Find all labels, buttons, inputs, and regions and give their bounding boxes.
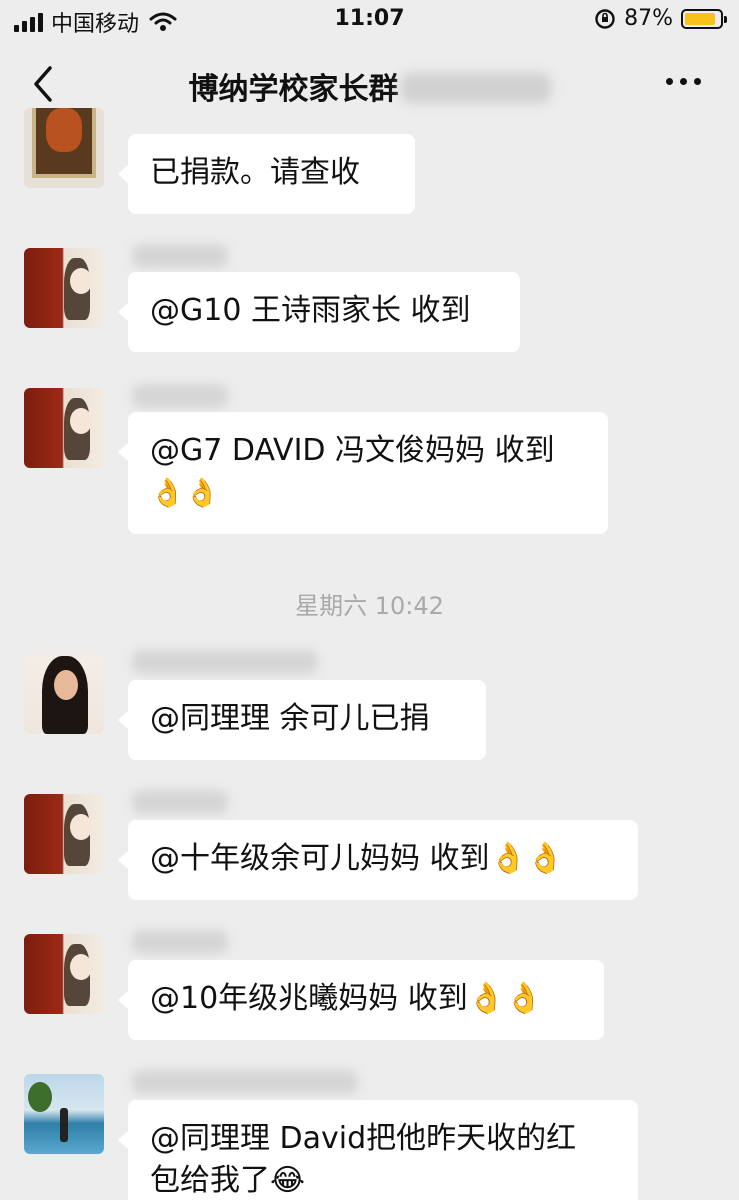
chat-screen: 中国移动 11:07 87% 博纳学校家长群 已捐款。请查收 @G10 王诗雨家… xyxy=(0,0,739,1200)
message-bubble[interactable]: @10年级兆曦妈妈 收到👌👌 xyxy=(118,960,604,1040)
message-bubble[interactable]: @同理理 David把他昨天收的红 包给我了😂 xyxy=(118,1100,638,1200)
message-bubble[interactable]: @G10 王诗雨家长 收到 xyxy=(118,272,520,352)
chat-title-text: 博纳学校家长群 xyxy=(188,72,399,107)
battery-icon xyxy=(681,8,727,29)
avatar[interactable] xyxy=(24,934,104,1014)
message-text: @同理理 David把他昨天收的红 xyxy=(150,1121,577,1156)
status-right: 87% xyxy=(594,6,727,31)
nav-bar: 博纳学校家长群 xyxy=(0,44,739,124)
battery-fill xyxy=(685,12,715,25)
sender-name-blurred xyxy=(132,384,228,408)
chat-title: 博纳学校家长群 xyxy=(0,64,739,108)
ok-hand-emoji: 👌👌 xyxy=(150,476,220,509)
avatar[interactable] xyxy=(24,388,104,468)
message-text: @G7 DAVID 冯文俊妈妈 收到 xyxy=(150,433,555,468)
message-text: @10年级兆曦妈妈 收到👌👌 xyxy=(150,981,543,1016)
status-bar: 中国移动 11:07 87% xyxy=(0,0,739,40)
avatar[interactable] xyxy=(24,1074,104,1154)
time-divider: 星期六 10:42 xyxy=(295,592,444,620)
message-bubble[interactable]: 已捐款。请查收 xyxy=(118,134,415,214)
more-button[interactable] xyxy=(666,78,701,85)
sender-name-blurred xyxy=(132,930,228,954)
message-text: 已捐款。请查收 xyxy=(150,155,360,190)
message-text: @十年级余可儿妈妈 收到👌👌 xyxy=(150,841,565,876)
message-text: @同理理 余可儿已捐 xyxy=(150,701,430,736)
more-dots-icon xyxy=(666,78,673,85)
message-bubble[interactable]: @G7 DAVID 冯文俊妈妈 收到 👌👌 xyxy=(118,412,608,534)
sender-name-blurred xyxy=(132,650,318,674)
sender-name-blurred xyxy=(132,1070,358,1094)
avatar[interactable] xyxy=(24,248,104,328)
blurred-group-name xyxy=(400,73,551,103)
sender-name-blurred xyxy=(132,244,228,268)
message-text-line2: 包给我了😂 xyxy=(150,1163,306,1198)
avatar[interactable] xyxy=(24,654,104,734)
rotation-lock-icon xyxy=(595,8,615,29)
avatar[interactable] xyxy=(24,794,104,874)
avatar[interactable] xyxy=(24,108,104,188)
battery-percent: 87% xyxy=(624,6,673,31)
message-text: @G10 王诗雨家长 收到 xyxy=(150,293,471,328)
message-bubble[interactable]: @十年级余可儿妈妈 收到👌👌 xyxy=(118,820,638,900)
message-bubble[interactable]: @同理理 余可儿已捐 xyxy=(118,680,486,760)
sender-name-blurred xyxy=(132,790,228,814)
